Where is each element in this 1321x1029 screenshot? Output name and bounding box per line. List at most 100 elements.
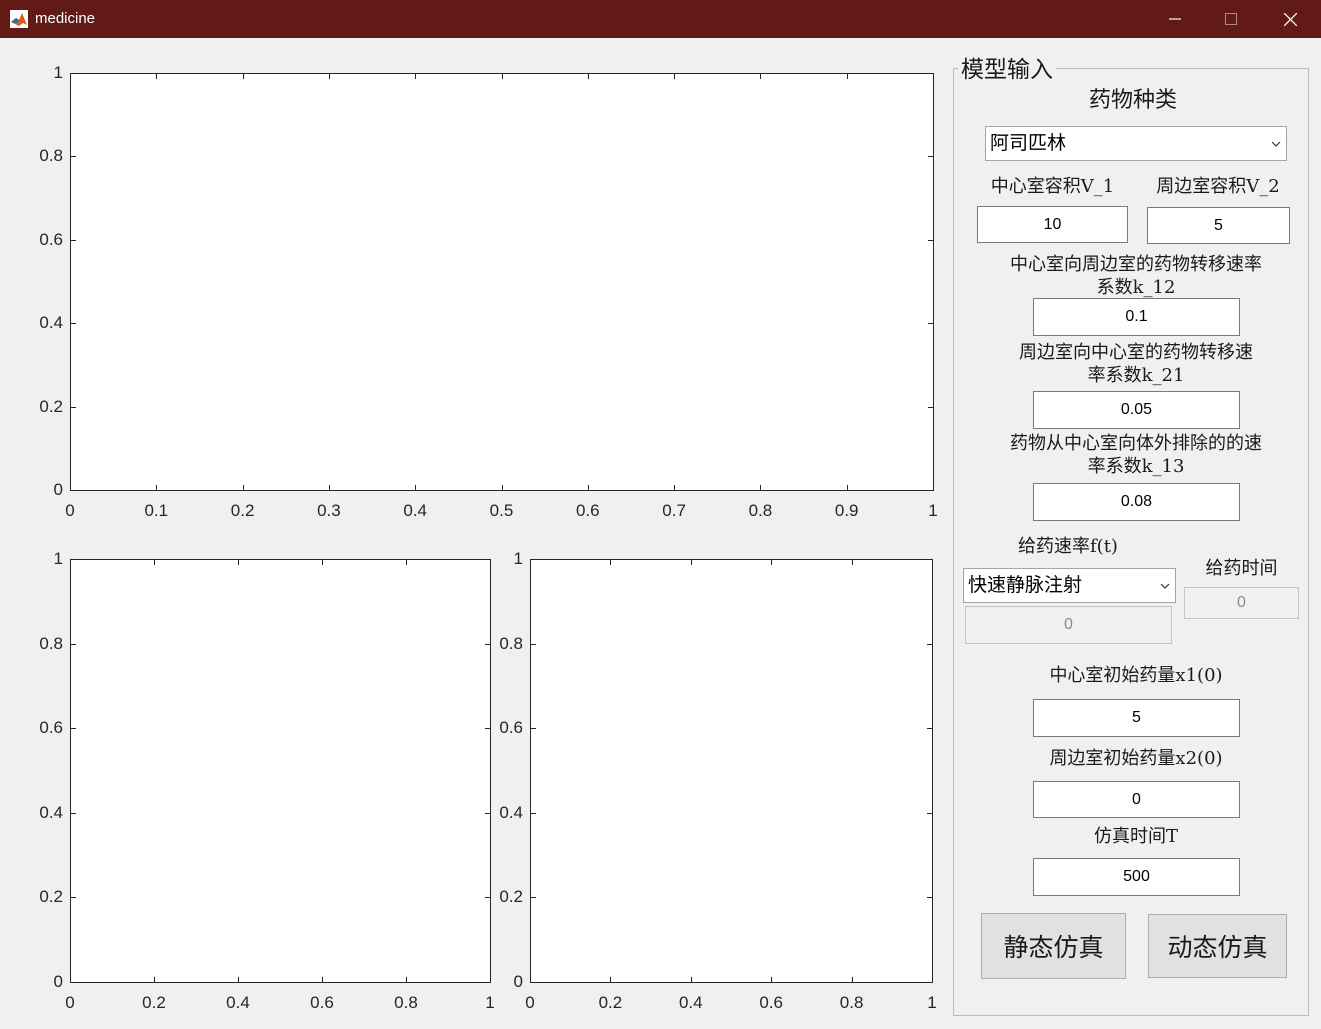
bottom-right-x-tick-top xyxy=(851,559,853,565)
bottom-left-y-tick-left xyxy=(70,982,76,983)
bottom-left-y-tick-label: 0.4 xyxy=(39,802,63,822)
bottom-left-x-tick-top xyxy=(406,559,407,565)
dosing-mode-dropdown[interactable]: 快速静脉注射 xyxy=(963,568,1176,603)
top-y-tick-right xyxy=(928,490,934,491)
bottom-left-y-tick-right xyxy=(485,812,491,814)
x1-initial-input[interactable] xyxy=(1033,699,1240,737)
bottom-right-y-tick-label: 0 xyxy=(513,972,523,991)
drug-type-dropdown[interactable]: 阿司匹林 xyxy=(985,126,1287,161)
top-x-tick-bottom xyxy=(156,485,158,491)
top-x-tick-top xyxy=(328,73,330,79)
bottom-left-y-tick-label: 0.8 xyxy=(39,633,63,653)
bottom-right-y-tick-label: 0.8 xyxy=(499,633,523,653)
bottom-left-x-tick-top xyxy=(238,559,239,565)
bottom-left-y-tick-left xyxy=(70,559,76,560)
bottom-right-x-tick-bottom xyxy=(610,977,612,983)
bottom-right-y-tick-label: 0.6 xyxy=(499,718,523,738)
top-x-tick-top xyxy=(760,73,762,79)
top-x-tick-top xyxy=(674,73,676,79)
x2-initial-label: 周边室初始药量x2(0) xyxy=(1049,748,1223,769)
bottom-left-x-tick-label: 0.2 xyxy=(142,993,166,1012)
bottom-left-y-tick-right xyxy=(485,643,491,645)
drug-type-label: 药物种类 xyxy=(1088,88,1177,113)
bottom-right-y-tick-label: 0.2 xyxy=(499,887,523,907)
bottom-left-y-tick-right xyxy=(485,897,491,899)
top-x-tick-bottom xyxy=(587,485,589,491)
top-y-tick-left xyxy=(70,490,76,491)
bottom-right-y-tick-right xyxy=(927,728,933,730)
bottom-right-y-tick-left xyxy=(530,728,536,730)
bottom-right-x-tick-label: 0 xyxy=(525,993,535,1012)
v2-input[interactable] xyxy=(1147,207,1290,244)
dosing-mode-selected: 快速静脉注射 xyxy=(968,574,1083,596)
bottom-left-x-tick-bottom xyxy=(238,977,239,983)
k12-input[interactable] xyxy=(1033,298,1240,336)
bottom-right-y-tick-right xyxy=(927,812,933,814)
static-simulation-button[interactable]: 静态仿真 xyxy=(981,913,1126,979)
bottom-right-y-tick-right xyxy=(927,897,933,899)
bottom-left-x-tick-top xyxy=(154,559,155,565)
bottom-right-x-tick-top xyxy=(610,559,612,565)
top-y-tick-label: 0.8 xyxy=(39,146,63,166)
x2-initial-input[interactable] xyxy=(1033,781,1240,818)
dosing-rate-input[interactable] xyxy=(965,606,1172,644)
bottom-left-y-tick-left xyxy=(70,897,76,899)
window-titlebar[interactable]: medicine xyxy=(0,0,1321,38)
x1-initial-label: 中心室初始药量x1(0) xyxy=(1049,665,1223,686)
top-x-tick-label: 0.9 xyxy=(834,501,859,520)
panel-title: 模型输入 xyxy=(958,56,1056,84)
dosing-rate-label: 给药速率f(t) xyxy=(1018,536,1118,557)
bottom-right-y-tick-left xyxy=(530,812,536,814)
top-x-tick-label: 0.7 xyxy=(662,501,686,520)
bottom-left-x-tick-top xyxy=(322,559,323,565)
top-x-tick-top xyxy=(242,73,244,79)
bottom-left-y-tick-label: 0.6 xyxy=(39,718,63,738)
bottom-left-x-tick-label: 0.4 xyxy=(226,993,250,1012)
minimize-button[interactable] xyxy=(1146,0,1204,38)
top-x-tick-label: 0.8 xyxy=(748,501,773,520)
top-y-tick-left xyxy=(70,239,76,241)
top-y-tick-right xyxy=(928,73,934,74)
bottom-left-x-tick-label: 0.6 xyxy=(310,993,334,1012)
dosing-time-label: 给药时间 xyxy=(1205,558,1278,579)
top-x-tick-bottom xyxy=(501,485,503,491)
bottom-right-y-tick-left xyxy=(530,897,536,899)
bottom-left-x-tick-label: 0.8 xyxy=(394,993,418,1012)
dosing-time-input[interactable] xyxy=(1184,587,1299,619)
close-button[interactable] xyxy=(1261,0,1319,38)
top-x-tick-label: 1 xyxy=(928,501,938,520)
bottom-right-y-tick-left xyxy=(530,559,536,560)
close-icon xyxy=(1283,12,1297,26)
k21-label-line2: 率系数k_21 xyxy=(1087,365,1185,386)
bottom-left-y-tick-left xyxy=(70,643,76,645)
bottom-left-y-tick-label: 1 xyxy=(53,549,63,568)
top-x-tick-label: 0.3 xyxy=(317,501,341,520)
bottom-right-x-tick-bottom xyxy=(851,977,853,983)
bottom-left-y-tick-label: 0 xyxy=(53,972,63,991)
drug-type-selected: 阿司匹林 xyxy=(990,132,1067,154)
dynamic-simulation-button[interactable]: 动态仿真 xyxy=(1148,914,1287,978)
chevron-down-icon xyxy=(1155,569,1175,602)
sim-time-input[interactable] xyxy=(1033,858,1240,896)
top-y-tick-left xyxy=(70,406,76,408)
top-y-tick-right xyxy=(928,156,934,158)
k13-input[interactable] xyxy=(1033,483,1240,521)
v1-input[interactable] xyxy=(977,206,1128,243)
k21-input[interactable] xyxy=(1033,391,1240,429)
bottom-right-y-tick-right xyxy=(927,559,933,560)
chevron-down-icon xyxy=(1266,127,1286,160)
bottom-left-x-tick-bottom xyxy=(154,977,155,983)
bottom-left-y-tick-right xyxy=(485,982,491,983)
top-x-tick-label: 0.4 xyxy=(403,501,428,520)
bottom-right-x-tick-label: 0.8 xyxy=(839,993,864,1012)
top-y-tick-left xyxy=(70,156,76,158)
bottom-right-x-tick-label: 0.6 xyxy=(759,993,784,1012)
bottom-right-y-tick-left xyxy=(530,643,536,645)
top-y-tick-label: 0.2 xyxy=(39,396,63,416)
top-y-tick-right xyxy=(928,239,934,241)
top-x-tick-bottom xyxy=(674,485,676,491)
maximize-button[interactable] xyxy=(1202,0,1260,38)
bottom-right-y-tick-label: 1 xyxy=(513,549,523,568)
maximize-icon xyxy=(1225,13,1237,25)
bottom-left-y-tick-right xyxy=(485,728,491,730)
